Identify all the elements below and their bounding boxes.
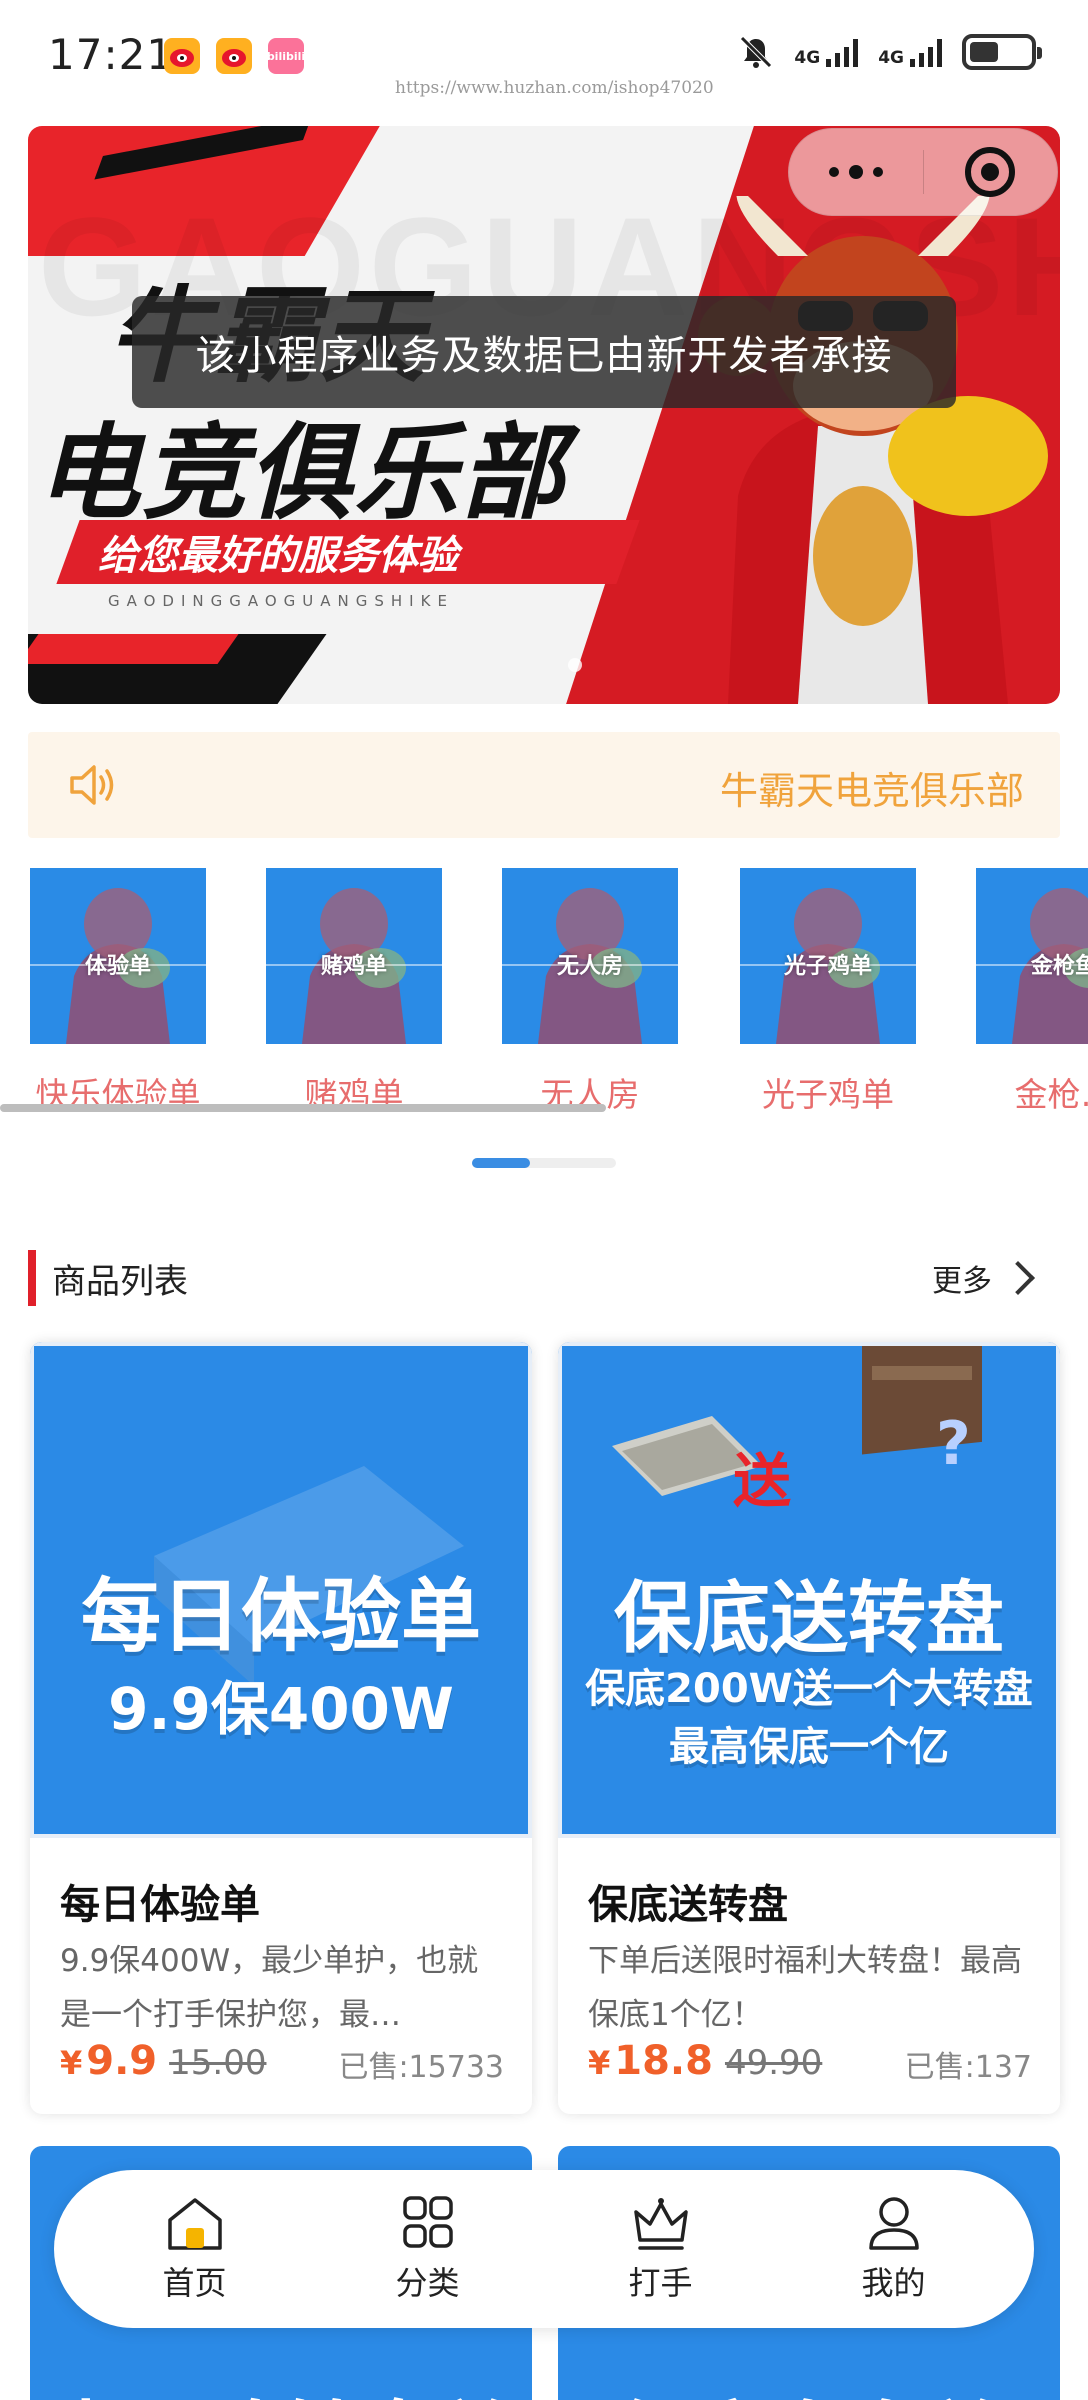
tab-home[interactable]: 首页 — [105, 2194, 285, 2304]
product-sold-count: 已售:137 — [904, 2050, 1032, 2085]
carousel-dot[interactable] — [568, 658, 582, 672]
chevron-right-icon — [1001, 1261, 1035, 1295]
clock: 17:21 — [48, 30, 175, 79]
signal-2: 4G — [878, 37, 942, 67]
product-name: 每日体验单 — [60, 1882, 260, 1928]
banner-slogan-sub: GAODINGGAOGUANGSHIKE — [108, 592, 454, 610]
product-image-title: 保底送转盘 — [613, 1574, 1004, 1664]
category-item[interactable]: 光子鸡单 光子鸡单 — [740, 868, 916, 1114]
category-thumbnail: 体验单 — [30, 868, 206, 1044]
prize-illustration: ? — [612, 1346, 982, 1496]
product-image-title: 保底套套单 — [558, 2376, 1060, 2400]
product-description: 9.9保400W，最少单护，也就是一个打手保护您，最… — [60, 1943, 479, 2033]
bull-mascot-image — [698, 196, 1048, 704]
category-thumbnail: 赌鸡单 — [266, 868, 442, 1044]
product-image: ? 送 保底送转盘 保底200W送一个大转盘 最高保底一个亿 — [558, 1342, 1060, 1838]
category-item[interactable]: 赌鸡单 赌鸡单 — [266, 868, 442, 1114]
banner-decoration — [28, 634, 239, 664]
notice-text: 牛霸天电竞俱乐部 — [719, 769, 1024, 813]
bottom-tab-bar: 首页 分类 打手 我的 — [54, 2170, 1034, 2328]
product-image-title: 光子鸡转盘单 — [30, 2376, 532, 2400]
battery-icon — [962, 34, 1042, 70]
status-bar: 17:21 bilibili https://www.huzhan.com/is… — [0, 0, 1088, 112]
close-target-icon — [965, 147, 1016, 197]
category-page-indicator — [472, 1158, 616, 1168]
product-price: ¥ 18.8 49.90 — [588, 2038, 823, 2084]
category-label: 金枪… — [1014, 1075, 1088, 1114]
send-label: 送 — [732, 1447, 791, 1515]
category-strip[interactable]: 体验单 快乐体验单 赌鸡单 赌鸡单 无人房 无人房 光子鸡单 光子鸡单 金枪鱼 — [0, 868, 1088, 1114]
toast-message: 该小程序业务及数据已由新开发者承接 — [132, 296, 956, 408]
signal-1: 4G — [794, 37, 859, 67]
notice-bar[interactable]: 牛霸天电竞俱乐部 — [28, 732, 1060, 838]
more-link[interactable]: 更多 — [932, 1256, 1035, 1300]
product-description: 下单后送限时福利大转盘！最高保底1个亿！ — [588, 1943, 1022, 2033]
product-image: 每日体验单 9.9保400W — [30, 1342, 532, 1838]
product-price: ¥ 9.9 15.00 — [60, 2038, 267, 2084]
category-item[interactable]: 体验单 快乐体验单 — [30, 868, 206, 1114]
product-sold-count: 已售:15733 — [338, 2050, 504, 2085]
speaker-icon — [70, 765, 114, 805]
close-miniprogram-button[interactable] — [924, 147, 1058, 197]
category-item[interactable]: 无人房 无人房 — [502, 868, 678, 1114]
tab-category[interactable]: 分类 — [338, 2194, 518, 2304]
product-card[interactable]: ? 送 保底送转盘 保底200W送一个大转盘 最高保底一个亿 保底送转盘 下单后… — [558, 1342, 1060, 2114]
product-card[interactable]: 每日体验单 9.9保400W 每日体验单 9.9保400W，最少单护，也就是一个… — [30, 1342, 532, 2114]
product-image-subtitle: 保底200W送一个大转盘 — [585, 1666, 1033, 1712]
status-icons: 4G 4G — [738, 34, 1042, 70]
tab-mine[interactable]: 我的 — [804, 2194, 984, 2304]
bilibili-icon: bilibili — [267, 38, 305, 74]
product-image-title: 每日体验单 — [81, 1570, 481, 1663]
weibo-icon — [164, 38, 200, 74]
banner-headline-2: 电竞俱乐部 — [36, 412, 567, 534]
grid-icon — [402, 2196, 453, 2248]
banner-slogan: 给您最好的服务体验 — [56, 520, 640, 584]
watermark-url: https://www.huzhan.com/ishop47020 — [395, 78, 714, 98]
product-image-subtitle-2: 最高保底一个亿 — [669, 1724, 949, 1770]
miniprogram-capsule — [788, 128, 1058, 216]
more-options-button[interactable] — [789, 165, 923, 179]
svg-text:?: ? — [936, 1409, 971, 1479]
product-image-subtitle: 9.9保400W — [108, 1675, 454, 1743]
category-thumbnail: 光子鸡单 — [740, 868, 916, 1044]
mute-bell-icon — [740, 36, 773, 68]
category-thumbnail: 金枪鱼 — [976, 868, 1088, 1044]
category-label: 光子鸡单 — [762, 1075, 894, 1114]
product-name: 保底送转盘 — [588, 1882, 788, 1928]
category-scrollbar[interactable] — [0, 1104, 606, 1112]
home-icon — [167, 2198, 222, 2250]
section-accent-bar — [28, 1250, 36, 1306]
section-title: 商品列表 — [52, 1262, 188, 1302]
category-item[interactable]: 金枪鱼 金枪… — [976, 868, 1088, 1114]
weibo-icon — [216, 38, 252, 74]
user-icon — [868, 2197, 919, 2250]
category-thumbnail: 无人房 — [502, 868, 678, 1044]
crown-icon — [633, 2198, 688, 2250]
tab-player[interactable]: 打手 — [571, 2194, 751, 2304]
